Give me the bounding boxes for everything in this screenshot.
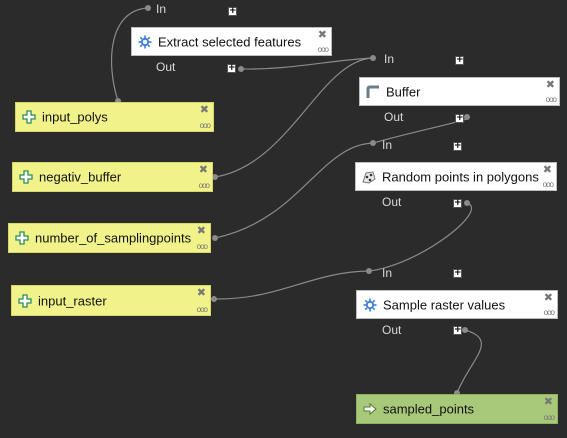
sample-out-expand-button[interactable]: +	[453, 326, 462, 335]
port-extract-out	[238, 66, 244, 72]
buffer-in-label: In	[384, 52, 395, 66]
gear-icon	[363, 298, 377, 311]
algorithm-node-buffer[interactable]: Buffer ✖ ooo	[359, 77, 560, 106]
algorithm-node-sample-raster-values[interactable]: Sample raster values ✖ ooo	[356, 290, 558, 319]
close-icon[interactable]: ✖	[543, 165, 552, 176]
wire-random-to-sample	[368, 202, 473, 272]
random-in-label: In	[382, 138, 393, 152]
buffer-out-label: Out	[384, 110, 404, 124]
input-node-input-polys[interactable]: input_polys ✖ ooo	[15, 102, 214, 132]
output-node-sampled-points[interactable]: sampled_points ✖ ooo	[356, 394, 558, 424]
close-icon[interactable]: ✖	[318, 30, 327, 41]
port-raster-out	[211, 296, 217, 302]
algorithm-node-random-points-in-polygons[interactable]: Random points in polygons ✖ ooo	[355, 162, 557, 191]
arrow-right-icon	[363, 402, 377, 416]
sample-out-label: Out	[382, 323, 402, 337]
node-label: input_raster	[38, 293, 107, 308]
algorithm-node-extract-selected-features[interactable]: Extract selected features ✖ ooo	[131, 27, 332, 56]
extract-in-label: In	[156, 2, 167, 16]
wire-negbuffer-to-buffer	[214, 57, 374, 178]
extract-out-expand-button[interactable]: +	[227, 64, 236, 73]
wire-sampling-to-random	[214, 142, 374, 239]
plus-icon	[15, 231, 29, 245]
extract-in-expand-button[interactable]: +	[228, 7, 237, 16]
buffer-icon	[366, 85, 379, 98]
plus-icon	[22, 110, 36, 124]
sample-in-expand-button[interactable]: +	[453, 269, 462, 278]
gear-icon	[138, 35, 152, 48]
close-icon[interactable]: ✖	[546, 80, 555, 91]
wire-sample-to-output	[456, 329, 482, 394]
buffer-in-expand-button[interactable]: +	[455, 56, 464, 65]
close-icon[interactable]: ✖	[544, 293, 553, 304]
node-label: Buffer	[386, 84, 421, 99]
wire-raster-to-sample	[213, 270, 370, 300]
more-icon[interactable]: ooo	[199, 182, 210, 190]
buffer-out-expand-button[interactable]: +	[455, 114, 464, 123]
input-node-input-raster[interactable]: input_raster ✖ ooo	[11, 285, 211, 316]
node-label: negativ_buffer	[39, 169, 122, 185]
port-sampling-out	[212, 235, 218, 241]
random-in-expand-button[interactable]: +	[453, 142, 462, 151]
more-icon[interactable]: ooo	[197, 306, 208, 314]
connection-wires	[110, 5, 482, 396]
close-icon[interactable]: ✖	[200, 105, 209, 116]
port-buffer-in	[370, 55, 376, 61]
sample-in-label: In	[382, 266, 393, 280]
more-icon[interactable]: ooo	[544, 309, 555, 317]
input-node-number-of-samplingpoints[interactable]: number_of_samplingpoints ✖ ooo	[8, 223, 211, 253]
input-node-negativ-buffer[interactable]: negativ_buffer ✖ ooo	[12, 162, 213, 192]
more-icon[interactable]: ooo	[546, 96, 557, 104]
close-icon[interactable]: ✖	[199, 165, 208, 176]
more-icon[interactable]: ooo	[543, 181, 554, 189]
node-label: number_of_samplingpoints	[35, 230, 192, 246]
more-icon[interactable]: ooo	[544, 414, 555, 422]
plus-icon	[19, 170, 33, 184]
port-buffer-out	[464, 114, 470, 120]
node-label: Sample raster values	[383, 297, 506, 312]
port-extract-in	[145, 5, 151, 11]
more-icon[interactable]: ooo	[318, 46, 329, 54]
random-points-icon	[362, 170, 376, 184]
plus-icon	[18, 293, 32, 308]
random-out-label: Out	[382, 195, 402, 209]
random-out-expand-button[interactable]: +	[453, 199, 462, 208]
port-random-in	[370, 140, 376, 146]
port-sample-out	[462, 327, 468, 333]
node-label: sampled_points	[383, 401, 475, 417]
port-random-out	[464, 200, 470, 206]
node-label: Random points in polygons	[382, 169, 539, 184]
port-sample-in	[366, 268, 372, 274]
node-label: input_polys	[42, 109, 108, 125]
close-icon[interactable]: ✖	[544, 397, 553, 408]
more-icon[interactable]: ooo	[200, 122, 211, 130]
close-icon[interactable]: ✖	[197, 288, 206, 299]
model-canvas[interactable]: In + Extract selected features ✖ ooo Out…	[0, 0, 567, 438]
extract-out-label: Out	[156, 60, 176, 74]
node-label: Extract selected features	[158, 34, 302, 49]
close-icon[interactable]: ✖	[197, 226, 206, 237]
more-icon[interactable]: ooo	[197, 243, 208, 251]
